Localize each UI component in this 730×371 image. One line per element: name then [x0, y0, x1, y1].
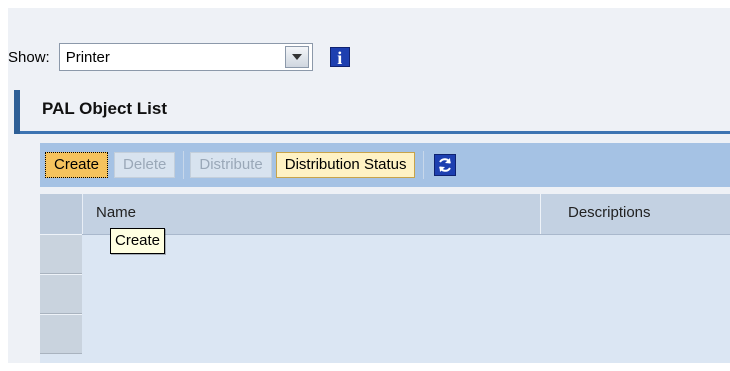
section-title-underline	[20, 131, 730, 134]
pal-object-table: Name Descriptions	[40, 194, 730, 363]
show-filter-row: Show: Printer i	[8, 42, 350, 72]
refresh-icon[interactable]	[434, 154, 457, 176]
pal-object-list-page: Show: Printer i PAL Object List Create D…	[0, 0, 730, 371]
show-select[interactable]: Printer	[58, 43, 313, 71]
select-all-cell[interactable]	[40, 194, 83, 234]
toolbar-separator	[423, 151, 425, 179]
table-toolbar: Create Delete Distribute Distribution St…	[40, 143, 730, 187]
row-selector[interactable]	[40, 234, 82, 274]
row-selector[interactable]	[40, 274, 82, 314]
create-button[interactable]: Create	[45, 152, 109, 178]
toolbar-separator	[183, 151, 185, 179]
distribution-status-button[interactable]: Distribution Status	[275, 152, 416, 178]
section-title: PAL Object List	[42, 99, 168, 118]
chevron-down-icon[interactable]	[284, 46, 309, 68]
distribute-button[interactable]: Distribute	[190, 152, 272, 178]
row-selector[interactable]	[40, 314, 82, 354]
section-accent-bar	[14, 90, 20, 134]
show-label: Show:	[8, 48, 50, 66]
show-select-value: Printer	[65, 48, 110, 66]
info-icon[interactable]: i	[329, 47, 350, 68]
delete-button[interactable]: Delete	[114, 152, 176, 178]
column-header-descriptions[interactable]: Descriptions	[568, 204, 651, 221]
column-divider	[540, 194, 541, 234]
column-header-name[interactable]: Name	[96, 204, 136, 221]
create-tooltip: Create	[110, 228, 166, 254]
